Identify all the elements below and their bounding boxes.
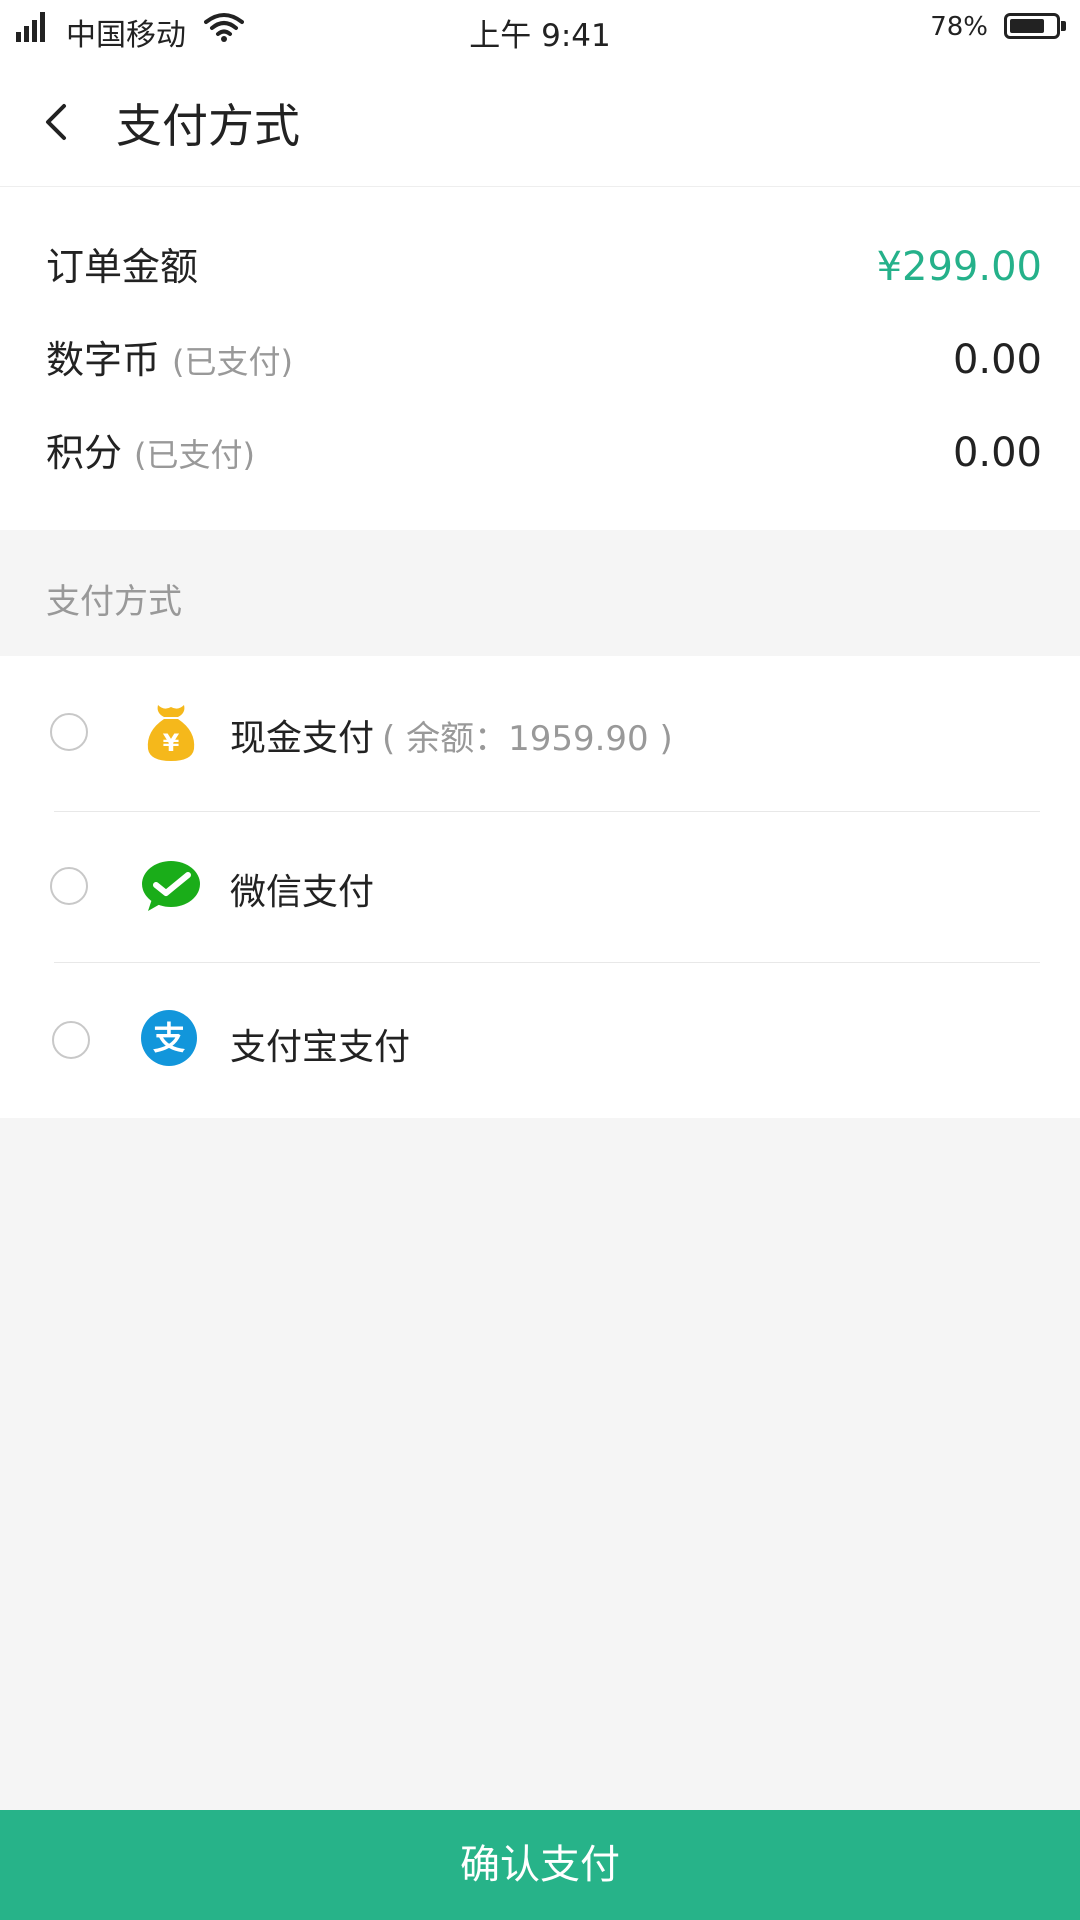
status-time: 上午 9:41 xyxy=(469,18,611,54)
cash-label: 现金支付( 余额：1959.90 ) xyxy=(230,709,673,761)
confirm-payment-button[interactable]: 确认支付 xyxy=(0,1810,1080,1920)
digital-coin-paid-note: (已支付) xyxy=(172,343,293,381)
radio-wechat[interactable] xyxy=(50,867,88,905)
cash-balance: ( 余额：1959.90 ) xyxy=(382,719,673,759)
alipay-icon: 支 xyxy=(141,1010,197,1066)
money-bag-icon: ¥ xyxy=(147,705,195,761)
status-bar: 中国移动 上午 9:41 78% xyxy=(0,0,1080,58)
chevron-left-icon xyxy=(46,104,66,140)
order-amount-value: ¥299.00 xyxy=(876,244,1042,290)
wechat-icon xyxy=(142,861,200,911)
order-amount-row: 订单金额 ¥299.00 xyxy=(46,237,1042,297)
digital-coin-label-text: 数字币 xyxy=(46,338,161,382)
payment-method-cash[interactable]: ¥ 现金支付( 余额：1959.90 ) xyxy=(0,656,1080,808)
battery-level-fill xyxy=(1010,19,1044,33)
battery-tip xyxy=(1061,21,1066,31)
payment-method-alipay[interactable]: 支 支付宝支付 xyxy=(0,963,1080,1115)
alipay-label: 支付宝支付 xyxy=(230,1027,411,1068)
radio-cash[interactable] xyxy=(50,713,88,751)
points-label: 积分 (已支付) xyxy=(46,423,255,485)
nav-bar: 支付方式 xyxy=(0,58,1080,187)
points-label-text: 积分 xyxy=(46,431,123,475)
digital-coin-row: 数字币 (已支付) 0.00 xyxy=(46,330,1042,390)
digital-coin-label: 数字币 (已支付) xyxy=(46,330,293,392)
payment-section-title: 支付方式 xyxy=(46,582,182,622)
order-amount-label-text: 订单金额 xyxy=(46,245,199,289)
points-row: 积分 (已支付) 0.00 xyxy=(46,423,1042,483)
payment-methods-list: ¥ 现金支付( 余额：1959.90 ) 微信支付 支 支付宝支付 xyxy=(0,656,1080,1118)
wechat-label: 微信支付 xyxy=(230,872,375,913)
radio-alipay[interactable] xyxy=(52,1021,90,1059)
payment-section-header: 支付方式 xyxy=(0,530,1080,656)
svg-text:支: 支 xyxy=(153,1019,185,1057)
order-amount-label: 订单金额 xyxy=(46,237,198,297)
page-title: 支付方式 xyxy=(116,99,300,153)
points-value: 0.00 xyxy=(952,430,1042,476)
cash-label-text: 现金支付 xyxy=(230,718,375,759)
back-button[interactable] xyxy=(36,94,82,150)
digital-coin-value: 0.00 xyxy=(952,337,1042,383)
battery-percent: 78% xyxy=(930,12,988,42)
svg-text:¥: ¥ xyxy=(163,729,180,757)
battery-icon xyxy=(1004,13,1060,39)
order-summary: 订单金额 ¥299.00 数字币 (已支付) 0.00 积分 (已支付) 0.00 xyxy=(0,187,1080,530)
points-paid-note: (已支付) xyxy=(134,436,255,474)
payment-method-wechat[interactable]: 微信支付 xyxy=(0,812,1080,964)
